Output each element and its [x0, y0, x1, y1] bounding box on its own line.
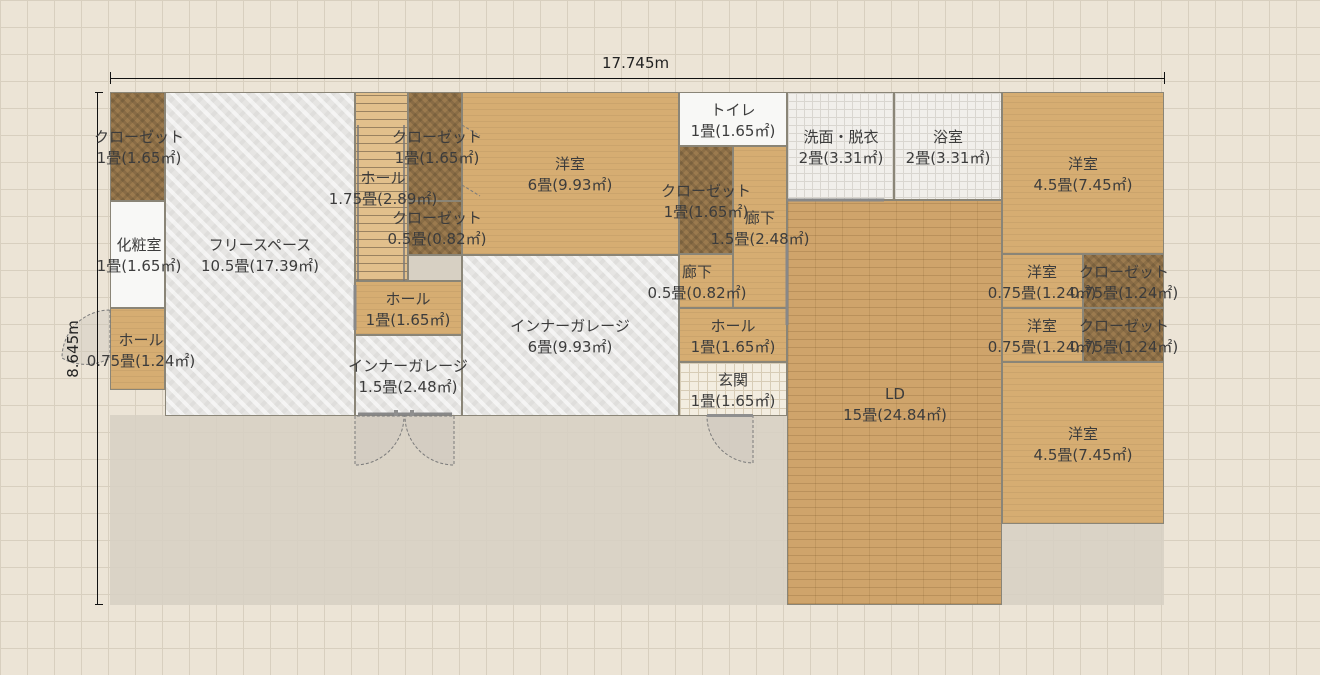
room-label: クローゼット 0.75畳(1.24㎡)	[1069, 317, 1179, 356]
room-label: インナーガレージ 6畳(9.93㎡)	[510, 317, 630, 356]
room-label: トイレ 1畳(1.65㎡)	[690, 101, 776, 140]
room-label: 廊下 1.5畳(2.48㎡)	[710, 209, 810, 248]
room-label: 玄関 1畳(1.65㎡)	[690, 371, 776, 410]
room-label: LD 15畳(24.84㎡)	[843, 385, 947, 424]
room-void	[408, 255, 462, 281]
height-dimension-tick	[95, 604, 103, 605]
height-dimension-tick	[95, 92, 103, 93]
room-label: ホール 1.75畳(2.89㎡)	[328, 169, 438, 208]
room-label: フリースペース 10.5畳(17.39㎡)	[200, 236, 320, 275]
room-label: 洋室 4.5畳(7.45㎡)	[1033, 425, 1133, 464]
ground-area	[110, 415, 787, 605]
width-dimension-tick	[110, 72, 111, 84]
room-label: 洋室 4.5畳(7.45㎡)	[1033, 155, 1133, 194]
width-dimension-tick	[1164, 72, 1165, 84]
room-label: クローゼット 0.75畳(1.24㎡)	[1069, 263, 1179, 302]
room-label: インナーガレージ 1.5畳(2.48㎡)	[348, 357, 468, 396]
room-label: 洋室 6畳(9.93㎡)	[527, 155, 613, 194]
width-dimension-line	[110, 78, 1165, 79]
room-label: ホール 0.75畳(1.24㎡)	[86, 331, 196, 370]
room-label: 浴室 2畳(3.31㎡)	[905, 128, 991, 167]
room-label: 化粧室 1畳(1.65㎡)	[96, 236, 182, 275]
height-dimension-label: 8.645m	[63, 320, 82, 378]
room-label: 廊下 0.5畳(0.82㎡)	[647, 263, 747, 302]
room-label: クローゼット 0.5畳(0.82㎡)	[387, 209, 487, 248]
width-dimension-label: 17.745m	[602, 54, 670, 72]
room-label: クローゼット 1畳(1.65㎡)	[93, 128, 185, 167]
room-label: ホール 1畳(1.65㎡)	[690, 317, 776, 356]
room-label: 洗面・脱衣 2畳(3.31㎡)	[798, 128, 884, 167]
room-label: ホール 1畳(1.65㎡)	[365, 290, 451, 329]
ground-area	[1002, 524, 1164, 605]
floor-plan: 17.745m 8.645m クローゼット 1畳(1.65㎡) クローゼット 1畳(…	[0, 0, 1320, 675]
room-label: クローゼット 1畳(1.65㎡)	[391, 128, 483, 167]
